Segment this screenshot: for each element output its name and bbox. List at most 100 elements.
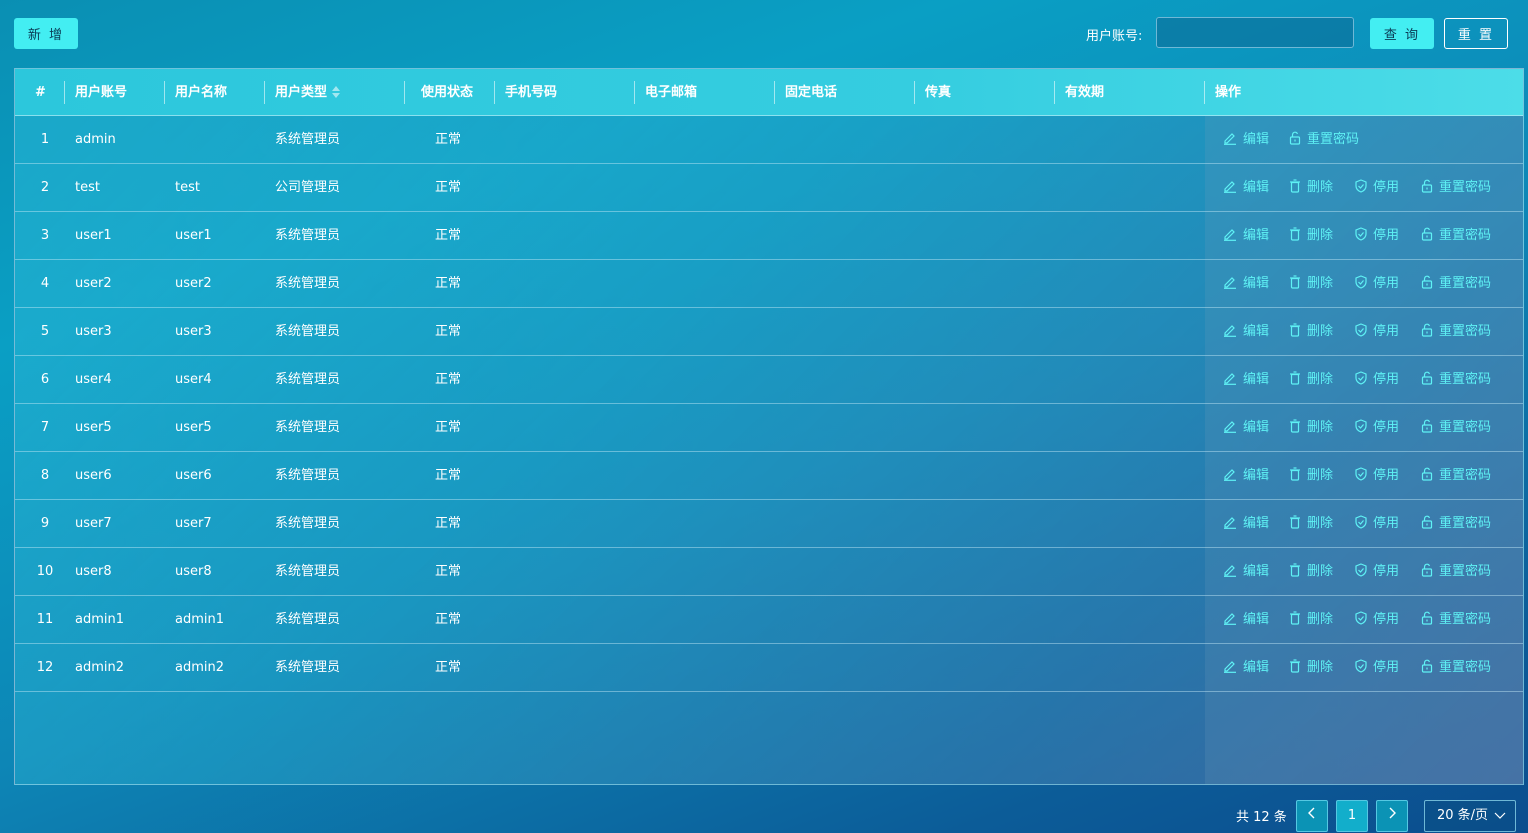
table-row: 10 user8 user8 系统管理员 正常 编辑 删除 停用 重置密码 bbox=[15, 548, 1523, 596]
cell-name: admin1 bbox=[175, 612, 225, 627]
cell-status: 正常 bbox=[435, 660, 462, 675]
next-page-button[interactable] bbox=[1376, 800, 1408, 832]
delete-button[interactable]: 删除 bbox=[1289, 356, 1333, 403]
cell-name: user7 bbox=[175, 516, 212, 531]
cell-account: user2 bbox=[75, 276, 112, 291]
op-label: 停用 bbox=[1373, 180, 1400, 195]
table-row: 11 admin1 admin1 系统管理员 正常 编辑 删除 停用 重置密码 bbox=[15, 596, 1523, 644]
op-label: 编辑 bbox=[1243, 468, 1270, 483]
cell-name: user1 bbox=[175, 228, 212, 243]
disable-button[interactable]: 停用 bbox=[1355, 356, 1399, 403]
reset-password-button[interactable]: 重置密码 bbox=[1421, 212, 1491, 259]
reset-password-button[interactable]: 重置密码 bbox=[1421, 404, 1491, 451]
shield-check-icon bbox=[1355, 562, 1367, 577]
delete-button[interactable]: 删除 bbox=[1289, 596, 1333, 643]
op-label: 重置密码 bbox=[1439, 516, 1492, 531]
sort-icon[interactable] bbox=[331, 85, 341, 99]
shield-check-icon bbox=[1355, 514, 1367, 529]
col-fax[interactable]: 传真 bbox=[915, 69, 1055, 116]
table-row: 4 user2 user2 系统管理员 正常 编辑 删除 停用 重置密码 bbox=[15, 260, 1523, 308]
disable-button[interactable]: 停用 bbox=[1355, 260, 1399, 307]
disable-button[interactable]: 停用 bbox=[1355, 596, 1399, 643]
reset-password-button[interactable]: 重置密码 bbox=[1421, 452, 1491, 499]
reset-password-button[interactable]: 重置密码 bbox=[1421, 596, 1491, 643]
edit-button[interactable]: 编辑 bbox=[1223, 212, 1269, 259]
op-label: 删除 bbox=[1307, 372, 1334, 387]
reset-password-button[interactable]: 重置密码 bbox=[1421, 500, 1491, 547]
edit-button[interactable]: 编辑 bbox=[1223, 548, 1269, 595]
add-button[interactable]: 新 增 bbox=[14, 18, 78, 49]
op-label: 停用 bbox=[1373, 516, 1400, 531]
disable-button[interactable]: 停用 bbox=[1355, 500, 1399, 547]
reset-password-button[interactable]: 重置密码 bbox=[1289, 116, 1359, 163]
edit-button[interactable]: 编辑 bbox=[1223, 596, 1269, 643]
disable-button[interactable]: 停用 bbox=[1355, 404, 1399, 451]
col-phone[interactable]: 手机号码 bbox=[495, 69, 635, 116]
cell-type: 系统管理员 bbox=[275, 276, 341, 291]
delete-button[interactable]: 删除 bbox=[1289, 404, 1333, 451]
table-row: 3 user1 user1 系统管理员 正常 编辑 删除 停用 重置密码 bbox=[15, 212, 1523, 260]
reset-button[interactable]: 重 置 bbox=[1444, 18, 1508, 49]
delete-button[interactable]: 删除 bbox=[1289, 644, 1333, 691]
cell-type: 系统管理员 bbox=[275, 372, 341, 387]
delete-button[interactable]: 删除 bbox=[1289, 212, 1333, 259]
edit-button[interactable]: 编辑 bbox=[1223, 308, 1269, 355]
edit-button[interactable]: 编辑 bbox=[1223, 644, 1269, 691]
delete-button[interactable]: 删除 bbox=[1289, 548, 1333, 595]
disable-button[interactable]: 停用 bbox=[1355, 308, 1399, 355]
delete-button[interactable]: 删除 bbox=[1289, 260, 1333, 307]
op-label: 停用 bbox=[1373, 324, 1400, 339]
edit-icon bbox=[1224, 276, 1236, 289]
col-validity[interactable]: 有效期 bbox=[1055, 69, 1205, 116]
delete-button[interactable]: 删除 bbox=[1289, 500, 1333, 547]
edit-button[interactable]: 编辑 bbox=[1223, 356, 1269, 403]
table-body: 1 admin 系统管理员 正常 编辑 重置密码 2 test test 公司管理员 正常 编辑 删除停… bbox=[15, 116, 1523, 692]
op-label: 删除 bbox=[1307, 324, 1334, 339]
table-row: 1 admin 系统管理员 正常 编辑 重置密码 bbox=[15, 116, 1523, 164]
reset-password-button[interactable]: 重置密码 bbox=[1421, 644, 1491, 691]
account-search-input[interactable] bbox=[1156, 17, 1354, 48]
disable-button[interactable]: 停用 bbox=[1355, 164, 1399, 211]
op-label: 删除 bbox=[1307, 516, 1334, 531]
disable-button[interactable]: 停用 bbox=[1355, 212, 1399, 259]
edit-button[interactable]: 编辑 bbox=[1223, 452, 1269, 499]
disable-button[interactable]: 停用 bbox=[1355, 452, 1399, 499]
disable-button[interactable]: 停用 bbox=[1355, 644, 1399, 691]
delete-button[interactable]: 删除 bbox=[1289, 164, 1333, 211]
edit-button[interactable]: 编辑 bbox=[1223, 164, 1269, 211]
col-account[interactable]: 用户账号 bbox=[65, 69, 165, 116]
cell-index: 8 bbox=[40, 468, 50, 483]
trash-icon bbox=[1290, 226, 1300, 241]
disable-button[interactable]: 停用 bbox=[1355, 548, 1399, 595]
reset-password-button[interactable]: 重置密码 bbox=[1421, 548, 1491, 595]
unlock-icon bbox=[1289, 131, 1301, 145]
edit-button[interactable]: 编辑 bbox=[1223, 404, 1269, 451]
op-label: 删除 bbox=[1307, 468, 1334, 483]
prev-page-button[interactable] bbox=[1296, 800, 1328, 832]
cell-index: 12 bbox=[36, 660, 54, 675]
reset-password-button[interactable]: 重置密码 bbox=[1421, 260, 1491, 307]
op-label: 重置密码 bbox=[1439, 180, 1492, 195]
delete-button[interactable]: 删除 bbox=[1289, 452, 1333, 499]
table-row: 6 user4 user4 系统管理员 正常 编辑 删除 停用 重置密码 bbox=[15, 356, 1523, 404]
page-button-current[interactable]: 1 bbox=[1336, 800, 1368, 832]
page-size-select[interactable]: 20 条/页 bbox=[1424, 800, 1516, 832]
edit-button[interactable]: 编辑 bbox=[1223, 260, 1269, 307]
cell-status: 正常 bbox=[435, 516, 462, 531]
edit-button[interactable]: 编辑 bbox=[1223, 500, 1269, 547]
col-type[interactable]: 用户类型 bbox=[265, 69, 405, 116]
reset-password-button[interactable]: 重置密码 bbox=[1421, 164, 1491, 211]
col-email[interactable]: 电子邮箱 bbox=[635, 69, 775, 116]
op-label: 重置密码 bbox=[1439, 660, 1492, 675]
edit-button[interactable]: 编辑 bbox=[1223, 116, 1269, 163]
col-status[interactable]: 使用状态 bbox=[411, 69, 501, 116]
col-telephone[interactable]: 固定电话 bbox=[775, 69, 915, 116]
col-name[interactable]: 用户名称 bbox=[165, 69, 265, 116]
delete-button[interactable]: 删除 bbox=[1289, 308, 1333, 355]
reset-password-button[interactable]: 重置密码 bbox=[1421, 308, 1491, 355]
cell-status: 正常 bbox=[435, 468, 462, 483]
cell-type: 系统管理员 bbox=[275, 468, 341, 483]
reset-password-button[interactable]: 重置密码 bbox=[1421, 356, 1491, 403]
cell-type: 系统管理员 bbox=[275, 516, 341, 531]
query-button[interactable]: 查 询 bbox=[1370, 18, 1434, 49]
